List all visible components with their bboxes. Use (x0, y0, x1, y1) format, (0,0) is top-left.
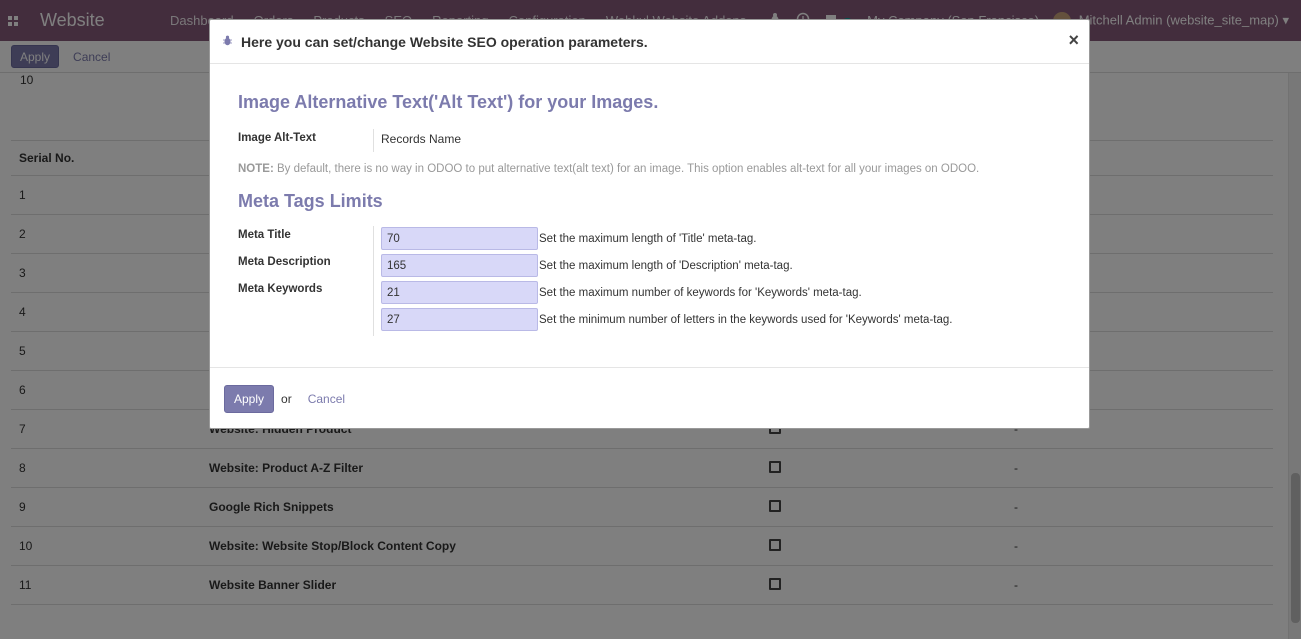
modal-apply-button[interactable]: Apply (224, 384, 275, 413)
meta-keywords-max-count-input[interactable] (381, 281, 538, 304)
image-alt-text-value[interactable]: Records Name (381, 132, 461, 146)
modal-cancel-button[interactable]: Cancel (302, 388, 351, 410)
meta-keywords-min-letters-input[interactable] (381, 308, 538, 331)
meta-title-help: Set the maximum length of 'Title' meta-t… (539, 233, 757, 245)
meta-tags-heading: Meta Tags Limits (238, 191, 383, 211)
bug-icon (222, 35, 233, 49)
meta-keywords-count-help: Set the maximum number of keywords for '… (539, 287, 862, 299)
meta-title-max-length-input[interactable] (381, 227, 538, 250)
meta-description-max-length-input[interactable] (381, 254, 538, 277)
image-alt-text-label: Image Alt-Text (238, 132, 316, 144)
meta-description-help: Set the maximum length of 'Description' … (539, 260, 793, 272)
alt-text-heading: Image Alternative Text('Alt Text') for y… (238, 92, 659, 112)
meta-keywords-letters-help: Set the minimum number of letters in the… (539, 314, 953, 326)
modal-body: Image Alternative Text('Alt Text') for y… (210, 64, 1089, 367)
meta-description-label: Meta Description (238, 256, 331, 268)
seo-settings-dialog: Here you can set/change Website SEO oper… (209, 19, 1090, 429)
close-icon[interactable]: × (1068, 30, 1079, 51)
or-text: or (281, 391, 292, 406)
modal-title: Here you can set/change Website SEO oper… (241, 33, 648, 50)
meta-title-label: Meta Title (238, 229, 291, 241)
note-text: By default, there is no way in ODOO to p… (276, 163, 980, 175)
field-divider (373, 129, 374, 152)
modal-header: Here you can set/change Website SEO oper… (210, 20, 1089, 64)
modal-footer: Apply or Cancel (210, 367, 1089, 429)
alt-text-note: NOTE: By default, there is no way in ODO… (238, 163, 979, 175)
meta-keywords-label: Meta Keywords (238, 283, 323, 295)
meta-field-divider (373, 226, 374, 336)
note-label: NOTE: (238, 163, 274, 175)
